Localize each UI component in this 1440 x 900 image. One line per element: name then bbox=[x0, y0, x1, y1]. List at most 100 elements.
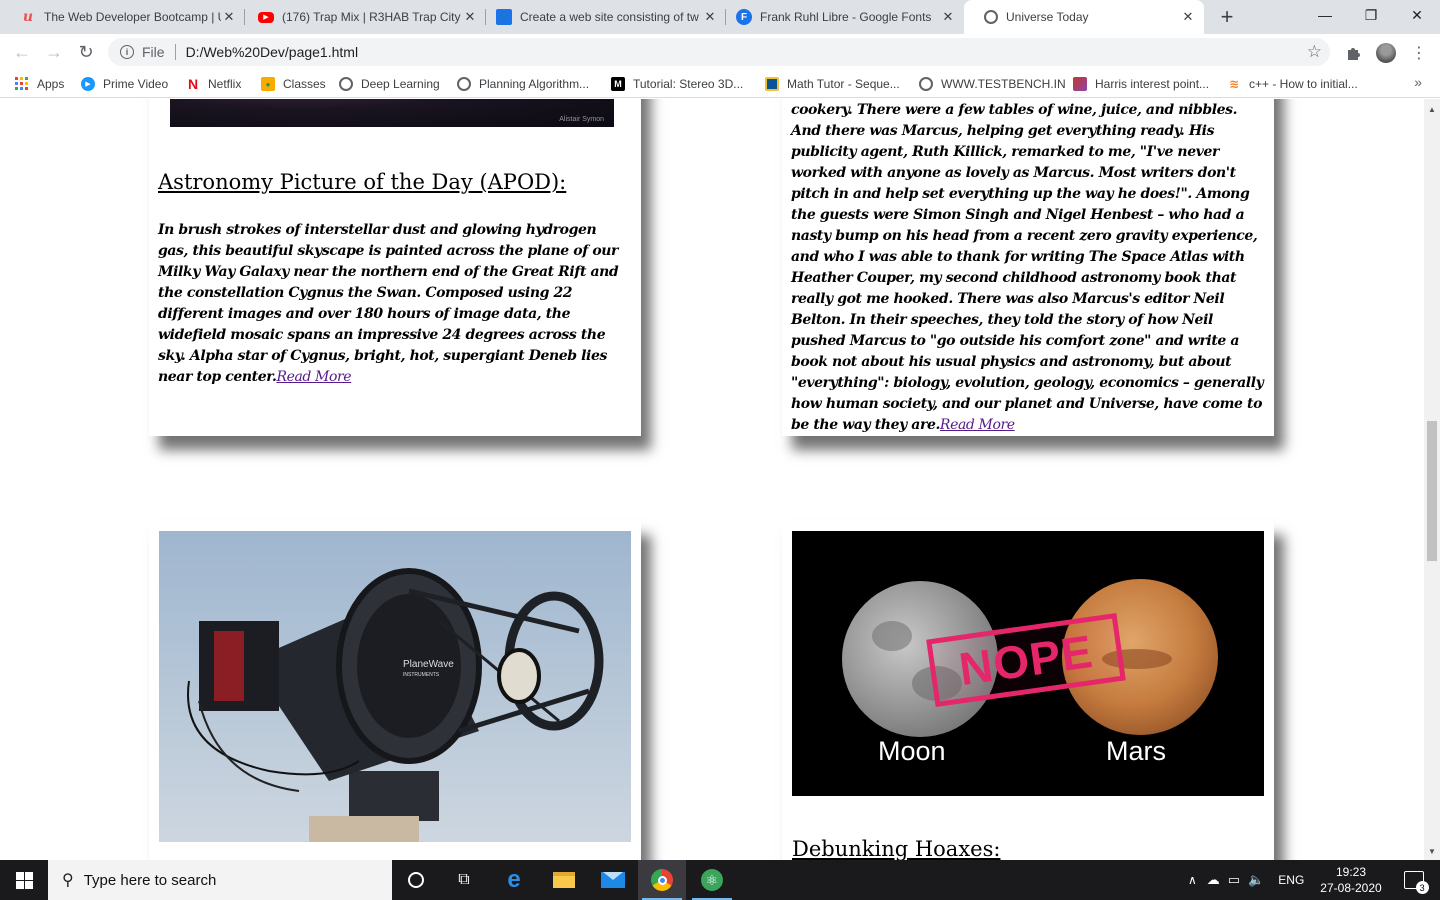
taskbar-edge[interactable]: e bbox=[490, 860, 538, 900]
close-tab-icon[interactable]: ✕ bbox=[940, 9, 956, 25]
page-viewport: Alistair Symon Astronomy Picture of the … bbox=[0, 99, 1424, 860]
network-icon[interactable]: ▭ bbox=[1228, 872, 1240, 888]
taskbar-file-explorer[interactable] bbox=[540, 860, 588, 900]
bookmark-harris-interest-point[interactable]: Harris interest point... bbox=[1073, 75, 1209, 93]
netflix-icon: N bbox=[187, 76, 199, 92]
google-fonts-icon: F bbox=[736, 9, 752, 25]
search-icon: ⚲ bbox=[62, 872, 74, 889]
windows-logo-icon bbox=[15, 871, 33, 889]
globe-icon bbox=[339, 77, 353, 91]
bookmark-netflix[interactable]: N Netflix bbox=[186, 75, 241, 93]
mars-label: Mars bbox=[1106, 736, 1166, 766]
volume-icon[interactable]: 🔈 bbox=[1248, 872, 1264, 888]
input-language[interactable]: ENG bbox=[1278, 873, 1304, 887]
clock[interactable]: 19:23 27-08-2020 bbox=[1320, 864, 1381, 896]
reload-button[interactable]: ↻ bbox=[74, 40, 98, 64]
telescope-illustration bbox=[187, 568, 604, 842]
new-tab-button[interactable]: + bbox=[1215, 5, 1239, 29]
edge-icon: e bbox=[507, 866, 521, 893]
tab-web-developer-bootcamp[interactable]: u The Web Developer Bootcamp | U ✕ bbox=[0, 0, 245, 34]
hoax-card: NOPE Moon Mars Debunking Hoaxes: bbox=[782, 521, 1274, 860]
globe-icon bbox=[919, 77, 933, 91]
stackoverflow-icon: ≋ bbox=[1228, 77, 1240, 91]
system-tray: ∧ ☁ ▭ 🔈 ENG 19:23 27-08-2020 3 bbox=[1188, 860, 1429, 900]
apps-grid-icon bbox=[15, 77, 29, 91]
minimize-button[interactable]: ― bbox=[1302, 0, 1348, 30]
mail-icon bbox=[601, 872, 625, 888]
taskbar-search-box[interactable]: ⚲ Type here to search bbox=[48, 860, 392, 900]
tab-create-web-site[interactable]: 👤 Create a web site consisting of tw ✕ bbox=[476, 0, 726, 34]
bookmark-testbench[interactable]: WWW.TESTBENCH.IN bbox=[919, 75, 1066, 93]
page-scrollbar[interactable]: ▲ ▼ bbox=[1424, 99, 1440, 860]
doc-icon bbox=[765, 77, 779, 91]
planewave-logo: PlaneWave INSTRUMENTS bbox=[403, 659, 454, 679]
apod-card: Alistair Symon Astronomy Picture of the … bbox=[149, 99, 641, 436]
moon-mars-image: NOPE Moon Mars bbox=[792, 531, 1264, 796]
apod-read-more-link[interactable]: Read More bbox=[276, 369, 351, 385]
notification-count-badge: 3 bbox=[1415, 881, 1429, 894]
taskbar-mail[interactable] bbox=[589, 860, 637, 900]
bookmark-classes[interactable]: ● Classes bbox=[261, 75, 326, 93]
scroll-down-arrow-icon[interactable]: ▼ bbox=[1424, 847, 1440, 856]
book-event-card: cookery. There were a few tables of wine… bbox=[782, 99, 1274, 436]
browser-menu-icon[interactable]: ⋮ bbox=[1408, 42, 1430, 64]
bookmark-prime-video[interactable]: ▶ Prime Video bbox=[81, 75, 168, 93]
bookmark-deep-learning[interactable]: Deep Learning bbox=[339, 75, 440, 93]
extensions-puzzle-icon[interactable] bbox=[1343, 42, 1365, 64]
tray-overflow-chevron-icon[interactable]: ∧ bbox=[1188, 873, 1197, 887]
forward-button[interactable]: → bbox=[42, 40, 66, 64]
task-view-icon: ⧉ bbox=[458, 871, 470, 888]
apod-card-text: In brush strokes of interstellar dust an… bbox=[158, 222, 619, 385]
close-tab-icon[interactable]: ✕ bbox=[1180, 9, 1196, 25]
classroom-icon: 👤 bbox=[496, 9, 512, 25]
url-text[interactable]: D:/Web%20Dev/page1.html bbox=[186, 44, 359, 60]
tab-universe-today[interactable]: Universe Today ✕ bbox=[964, 0, 1204, 34]
browser-toolbar: ← → ↻ i File D:/Web%20Dev/page1.html ☆ ⋮ bbox=[0, 34, 1440, 70]
cortana-button[interactable] bbox=[392, 860, 440, 900]
bookmark-apps[interactable]: Apps bbox=[15, 75, 64, 93]
taskbar-chrome[interactable] bbox=[638, 860, 686, 900]
profile-avatar[interactable] bbox=[1375, 42, 1397, 64]
bookmark-cpp-initial[interactable]: ≋ c++ - How to initial... bbox=[1227, 75, 1358, 93]
close-tab-icon[interactable]: ✕ bbox=[221, 9, 237, 25]
bookmark-star-icon[interactable]: ☆ bbox=[1307, 42, 1322, 62]
moon-label: Moon bbox=[878, 736, 946, 766]
milky-way-image: Alistair Symon bbox=[170, 99, 614, 127]
atom-icon: ⚛ bbox=[701, 869, 723, 891]
classroom-icon: ● bbox=[261, 77, 275, 91]
windows-taskbar: ⚲ Type here to search ⧉ e ⚛ ∧ ☁ ▭ 🔈 ENG … bbox=[0, 860, 1440, 900]
scrollbar-thumb[interactable] bbox=[1427, 421, 1437, 561]
book-event-card-text: cookery. There were a few tables of wine… bbox=[791, 102, 1264, 433]
prime-video-icon: ▶ bbox=[81, 77, 95, 91]
bookmarks-bar: Apps ▶ Prime Video N Netflix ● Classes D… bbox=[0, 70, 1440, 98]
chrome-icon bbox=[651, 869, 673, 891]
restore-button[interactable]: ❐ bbox=[1348, 0, 1394, 30]
scroll-up-arrow-icon[interactable]: ▲ bbox=[1424, 105, 1440, 114]
back-button[interactable]: ← bbox=[10, 40, 34, 64]
udemy-icon: u bbox=[22, 9, 34, 25]
task-view-button[interactable]: ⧉ bbox=[440, 860, 488, 900]
browser-tab-strip: u The Web Developer Bootcamp | U ✕ ▶ (17… bbox=[0, 0, 1440, 34]
taskbar-atom[interactable]: ⚛ bbox=[688, 860, 736, 900]
globe-icon bbox=[457, 77, 471, 91]
onedrive-cloud-icon[interactable]: ☁ bbox=[1207, 872, 1220, 888]
medium-icon: M bbox=[611, 77, 625, 91]
address-bar[interactable]: i File D:/Web%20Dev/page1.html ☆ bbox=[108, 38, 1330, 66]
bookmarks-overflow-button[interactable]: » bbox=[1414, 74, 1422, 90]
telescope-card: PlaneWave INSTRUMENTS bbox=[149, 521, 641, 860]
tab-frank-ruhl-libre[interactable]: F Frank Ruhl Libre - Google Fonts ✕ bbox=[716, 0, 964, 34]
book-read-more-link[interactable]: Read More bbox=[940, 417, 1015, 433]
cortana-circle-icon bbox=[408, 872, 424, 888]
telescope-image: PlaneWave INSTRUMENTS bbox=[159, 531, 631, 842]
info-icon[interactable]: i bbox=[120, 45, 134, 59]
notification-center-icon[interactable]: 3 bbox=[1403, 871, 1429, 894]
close-window-button[interactable]: ✕ bbox=[1394, 0, 1440, 30]
bookmark-planning-algorithms[interactable]: Planning Algorithm... bbox=[457, 75, 589, 93]
bookmark-stereo-3d[interactable]: M Tutorial: Stereo 3D... bbox=[611, 75, 743, 93]
hoax-card-title[interactable]: Debunking Hoaxes: bbox=[792, 837, 1000, 860]
apod-card-title[interactable]: Astronomy Picture of the Day (APOD): bbox=[158, 170, 566, 194]
bookmark-math-tutor[interactable]: Math Tutor - Seque... bbox=[765, 75, 900, 93]
youtube-icon: ▶ bbox=[258, 11, 274, 23]
start-button[interactable] bbox=[0, 860, 48, 900]
tab-trap-mix[interactable]: ▶ (176) Trap Mix | R3HAB Trap City ✕ bbox=[238, 0, 486, 34]
